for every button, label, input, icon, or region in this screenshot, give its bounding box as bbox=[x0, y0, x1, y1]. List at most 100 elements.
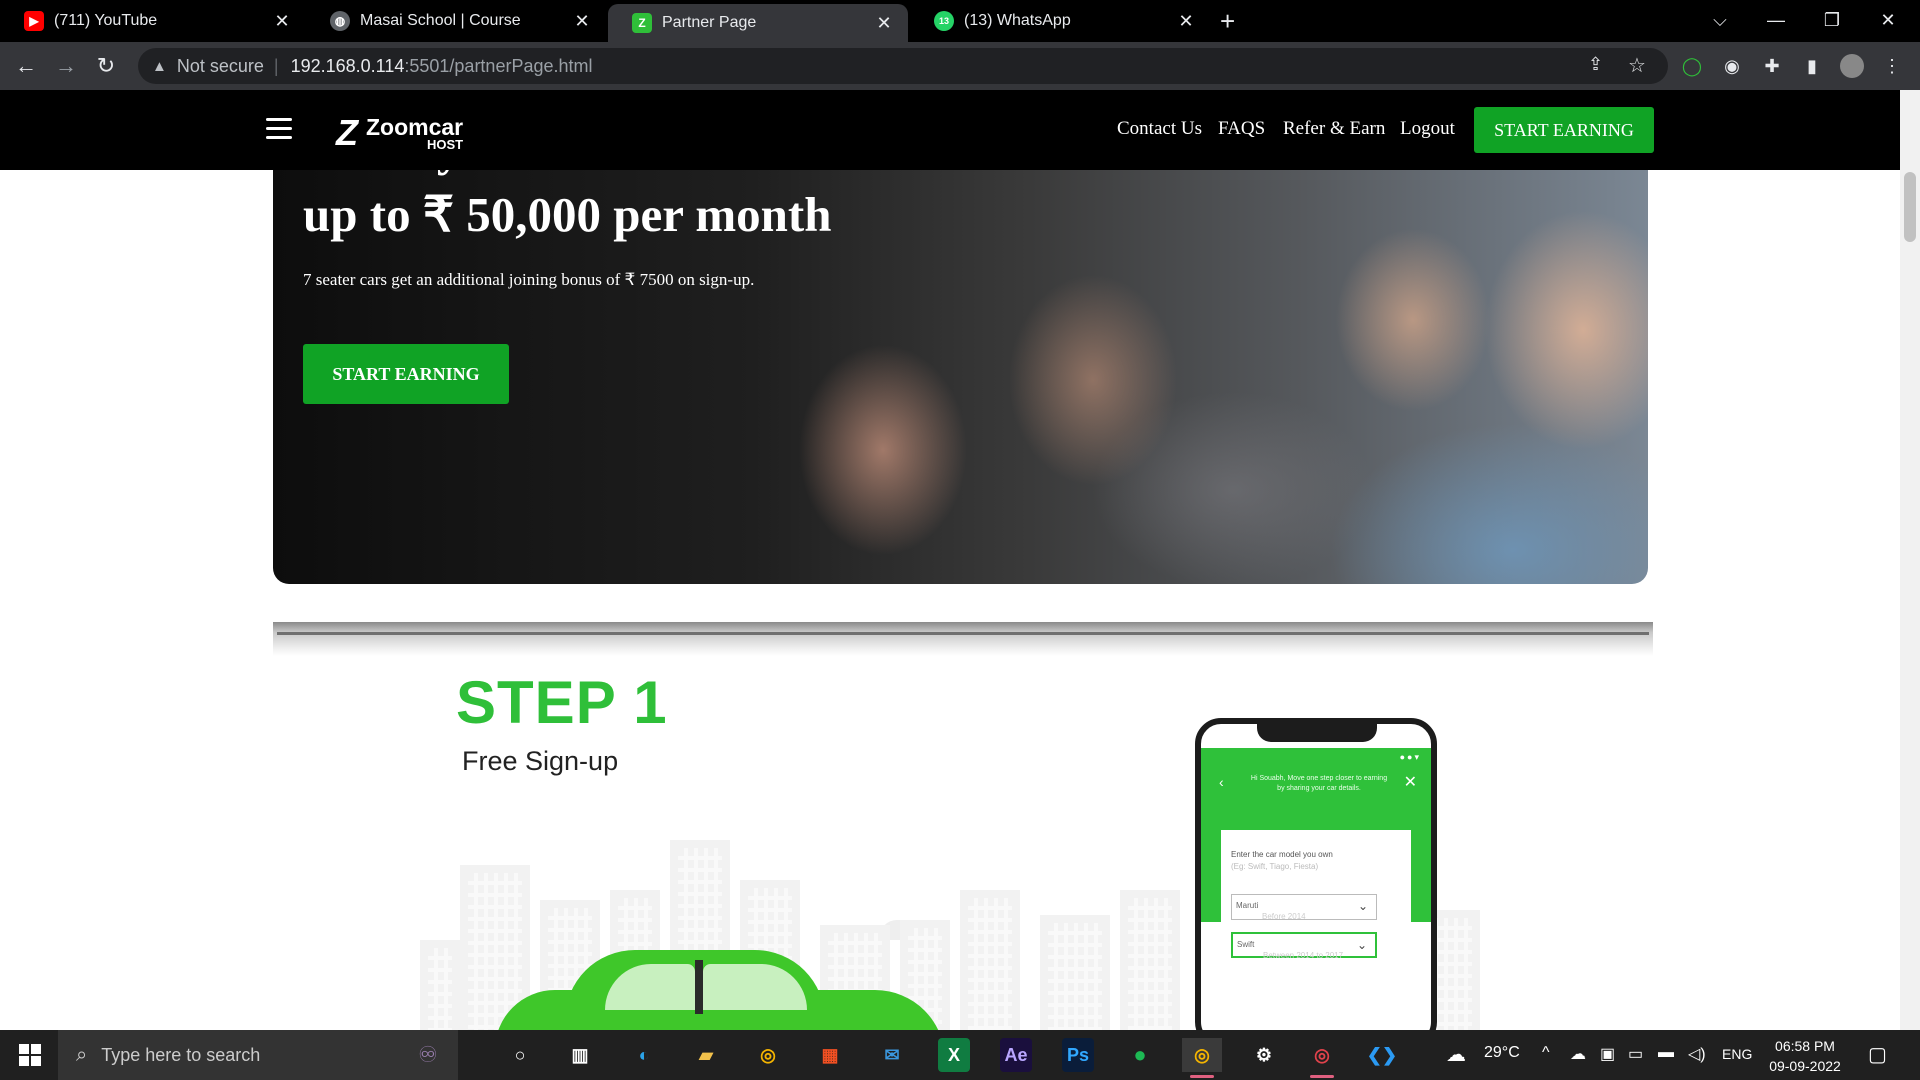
address-separator: | bbox=[273, 55, 279, 76]
cortana-icon[interactable]: ○ bbox=[500, 1038, 540, 1072]
settings-gear-icon[interactable]: ⚙ bbox=[1244, 1038, 1284, 1072]
nav-refer-earn[interactable]: Refer & Earn bbox=[1283, 118, 1385, 140]
onedrive-icon[interactable]: ☁ bbox=[1570, 1044, 1586, 1064]
language-indicator[interactable]: ENG bbox=[1722, 1046, 1752, 1062]
tab-title: (711) YouTube bbox=[54, 12, 158, 29]
meet-icon[interactable]: ▣ bbox=[1600, 1044, 1615, 1064]
phone-message: Hi Souabh, Move one step closer to earni… bbox=[1250, 775, 1388, 792]
green-car-illustration bbox=[495, 950, 945, 1030]
phone-make-value: Maruti bbox=[1236, 901, 1259, 910]
url-host: 192.168.0.114 bbox=[290, 55, 405, 76]
chrome-active-icon[interactable]: ◎ bbox=[1182, 1038, 1222, 1078]
bookmark-star-icon[interactable]: ☆ bbox=[1628, 53, 1646, 78]
chrome-icon[interactable]: ◎ bbox=[748, 1038, 788, 1072]
close-icon[interactable]: ✕ bbox=[874, 13, 894, 34]
hamburger-menu-icon[interactable] bbox=[266, 118, 292, 140]
nav-faqs[interactable]: FAQS bbox=[1218, 118, 1265, 140]
clock-time: 06:58 PM bbox=[1775, 1038, 1835, 1054]
network-icon[interactable]: ▭ bbox=[1628, 1044, 1643, 1064]
menu-kebab-icon[interactable]: ⋮ bbox=[1880, 54, 1904, 78]
tray-chevron-up-icon[interactable]: ^ bbox=[1542, 1044, 1550, 1062]
nav-logout[interactable]: Logout bbox=[1400, 118, 1455, 140]
chevron-down-icon: ⌄ bbox=[1357, 899, 1368, 913]
extension-chat-icon[interactable]: ◯ bbox=[1680, 54, 1704, 78]
zoomcar-host-logo[interactable]: Z Zoomcar HOST bbox=[336, 112, 463, 154]
window-close-icon[interactable]: ✕ bbox=[1860, 0, 1916, 40]
tab-partner-page[interactable]: Z Partner Page ✕ bbox=[608, 4, 908, 42]
nav-start-earning-button[interactable]: START EARNING bbox=[1474, 107, 1654, 153]
side-panel-icon[interactable]: ▮ bbox=[1800, 54, 1824, 78]
phone-example: (Eg: Swift, Tiago, Fiesta) bbox=[1231, 862, 1319, 871]
close-icon[interactable]: ✕ bbox=[1176, 11, 1196, 32]
warning-icon[interactable]: ▲ bbox=[152, 58, 167, 75]
photoshop-icon[interactable]: Ps bbox=[1062, 1038, 1094, 1072]
new-tab-button[interactable]: + bbox=[1220, 6, 1235, 37]
hero-subtitle: 7 seater cars get an additional joining … bbox=[303, 270, 755, 289]
tab-masai[interactable]: ◍ Masai School | Course ✕ bbox=[306, 0, 606, 42]
share-icon[interactable]: ⇪ bbox=[1588, 54, 1603, 75]
browser-tab-bar: ▶ (711) YouTube ✕ ◍ Masai School | Cours… bbox=[0, 0, 1920, 42]
after-effects-icon[interactable]: Ae bbox=[1000, 1038, 1032, 1072]
weather-icon[interactable]: ☁ bbox=[1446, 1042, 1466, 1067]
hero-start-earning-button[interactable]: START EARNING bbox=[303, 344, 509, 404]
phone-close-icon: ✕ bbox=[1403, 774, 1417, 791]
taskbar-search-box[interactable]: ⌕ Type here to search ♾ bbox=[58, 1030, 458, 1080]
close-icon[interactable]: ✕ bbox=[572, 11, 592, 32]
security-status[interactable]: Not secure bbox=[177, 56, 264, 77]
mail-icon[interactable]: ✉ bbox=[872, 1038, 912, 1072]
page-scrollbar-thumb[interactable] bbox=[1904, 172, 1916, 242]
phone-form-card: Enter the car model you own (Eg: Swift, … bbox=[1221, 830, 1411, 1030]
profile-avatar[interactable] bbox=[1840, 54, 1864, 78]
phone-model-hint: Between 2014 to 2017 bbox=[1263, 951, 1344, 960]
file-explorer-icon[interactable]: ▰ bbox=[686, 1038, 726, 1072]
whatsapp-icon: 13 bbox=[934, 11, 954, 31]
extension-owl-icon[interactable]: ◉ bbox=[1720, 54, 1744, 78]
chrome-profile-icon[interactable]: ◎ bbox=[1302, 1038, 1342, 1078]
restore-icon[interactable]: ❐ bbox=[1804, 0, 1860, 40]
nav-contact-us[interactable]: Contact Us bbox=[1117, 118, 1202, 140]
hero-title-line-2: up to ₹ 50,000 per month bbox=[303, 187, 832, 242]
close-icon[interactable]: ✕ bbox=[272, 11, 292, 32]
phone-model-value: Swift bbox=[1237, 940, 1255, 949]
tab-title: Partner Page bbox=[662, 14, 757, 31]
chevron-down-icon: ⌄ bbox=[1356, 938, 1367, 952]
spotify-icon[interactable]: ● bbox=[1120, 1038, 1160, 1072]
zoomcar-icon: Z bbox=[632, 13, 652, 33]
tab-search-icon[interactable]: ⌵ bbox=[1692, 0, 1748, 40]
address-bar[interactable]: ▲ Not secure | 192.168.0.114:5501/partne… bbox=[138, 48, 1668, 84]
back-icon[interactable]: ← bbox=[10, 50, 42, 82]
taskbar-search-placeholder: Type here to search bbox=[101, 1044, 261, 1065]
tab-youtube[interactable]: ▶ (711) YouTube ✕ bbox=[0, 0, 306, 42]
phone-make-hint: Before 2014 bbox=[1262, 912, 1306, 921]
weather-temp[interactable]: 29°C bbox=[1484, 1044, 1520, 1062]
phone-make-select: Maruti ⌄ Before 2014 bbox=[1231, 894, 1377, 921]
forward-icon[interactable]: → bbox=[50, 50, 82, 82]
vscode-icon[interactable]: ❮❯ bbox=[1362, 1038, 1402, 1072]
youtube-icon: ▶ bbox=[24, 11, 44, 31]
battery-icon[interactable]: ▬ bbox=[1658, 1044, 1674, 1062]
notifications-icon[interactable]: ▢ bbox=[1868, 1042, 1887, 1067]
logo-brand: Zoomcar bbox=[366, 113, 464, 140]
microsoft-store-icon[interactable]: ▦ bbox=[810, 1038, 850, 1072]
windows-start-icon[interactable] bbox=[8, 1040, 52, 1070]
excel-icon[interactable]: X bbox=[938, 1038, 970, 1072]
section-divider bbox=[273, 622, 1653, 656]
tab-title: Masai School | Course bbox=[360, 12, 521, 29]
phone-status-dots: ●●▾ bbox=[1399, 752, 1421, 762]
tab-title: (13) WhatsApp bbox=[964, 12, 1071, 29]
phone-question: Enter the car model you own bbox=[1231, 850, 1333, 859]
extensions-puzzle-icon[interactable]: ✚ bbox=[1760, 54, 1784, 78]
reload-icon[interactable]: ↻ bbox=[90, 50, 122, 82]
task-view-icon[interactable]: ▥ bbox=[560, 1038, 600, 1072]
minimize-icon[interactable]: — bbox=[1748, 0, 1804, 40]
globe-icon: ◍ bbox=[330, 11, 350, 31]
windows-taskbar: ⌕ Type here to search ♾ ○ ▥ ◐ ▰ ◎ ▦ ✉ X … bbox=[0, 1030, 1920, 1080]
zoomcar-logo-icon: Z bbox=[336, 112, 358, 153]
site-navbar: Z Zoomcar HOST Contact Us FAQS Refer & E… bbox=[0, 90, 1900, 170]
volume-icon[interactable]: ◁) bbox=[1688, 1044, 1706, 1064]
url-path: :5501/partnerPage.html bbox=[404, 55, 593, 76]
clock-date: 09-09-2022 bbox=[1769, 1058, 1841, 1074]
tab-whatsapp[interactable]: 13 (13) WhatsApp ✕ bbox=[910, 0, 1210, 42]
edge-icon[interactable]: ◐ bbox=[624, 1038, 664, 1072]
taskbar-clock[interactable]: 06:58 PM 09-09-2022 bbox=[1760, 1036, 1850, 1076]
